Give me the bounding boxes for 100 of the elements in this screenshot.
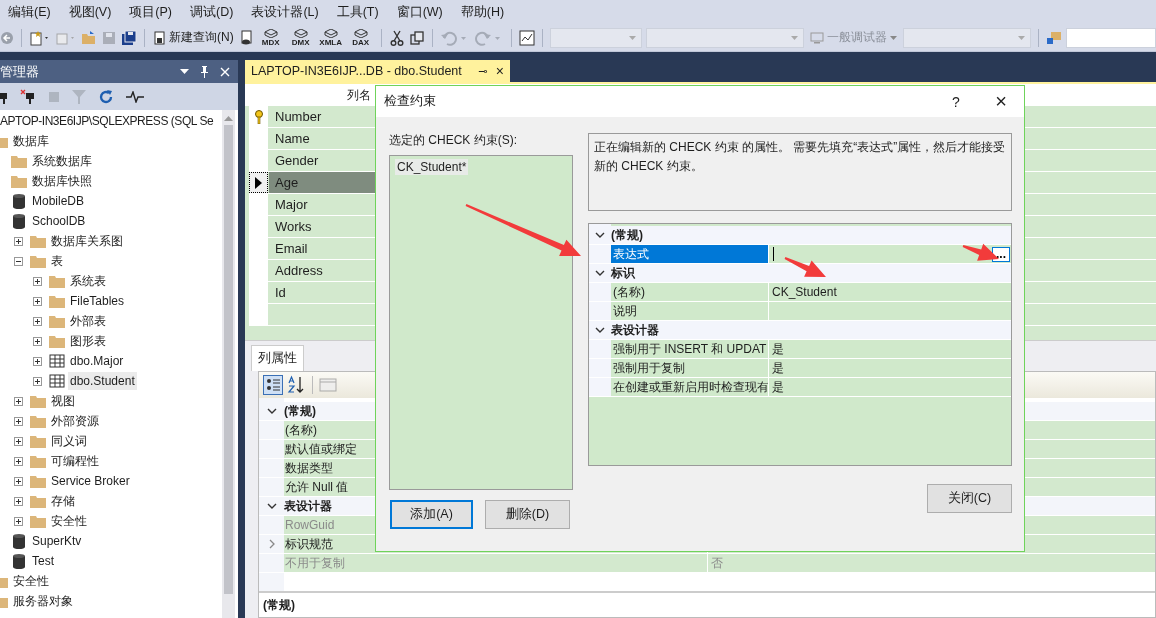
activity-icon[interactable] [126,90,144,103]
back-icon[interactable] [0,30,14,45]
tree-item[interactable]: 数据库快照 [30,172,94,190]
menu-item[interactable]: 调试(D) [190,3,234,21]
dialog-button[interactable]: 删除(D) [485,500,570,529]
pin-button[interactable]: ⊸ [478,64,488,78]
sort-alphabetical-icon[interactable] [286,375,306,395]
property-name[interactable]: 说明 [611,302,769,320]
collapse-chevron-icon[interactable] [266,408,277,414]
tree-item[interactable]: 服务器对象 [11,592,75,610]
collapse-chevron-icon[interactable] [595,270,605,276]
tree-item[interactable]: 安全性 [11,572,51,590]
dialog-button[interactable]: 添加(A) [390,500,473,529]
expand-toggle[interactable] [33,316,42,326]
query-type-button[interactable]: MDX [257,28,284,47]
pin-icon[interactable] [200,65,209,78]
query-type-button[interactable]: DAX [347,28,374,47]
property-name[interactable]: 强制用于复制 [611,359,769,377]
scrollbar[interactable] [222,110,235,618]
new-project-icon[interactable] [29,29,51,46]
expand-toggle[interactable] [33,356,42,366]
collapse-chevron-icon[interactable] [595,232,605,238]
property-value[interactable]: CK_Student [772,283,837,301]
expand-toggle[interactable] [14,236,23,246]
menu-item[interactable]: 项目(P) [129,3,172,21]
new-query-button[interactable]: 新建查询(N) [152,29,236,46]
expand-toggle[interactable] [33,336,42,346]
copy-icon[interactable] [408,29,425,46]
expand-toggle[interactable] [33,276,42,286]
collapse-chevron-icon[interactable] [266,503,277,509]
menu-item[interactable]: 帮助(H) [460,3,505,21]
tree-item[interactable]: MobileDB [30,192,87,210]
property-name[interactable]: 在创建或重新启用时检查现有 [611,378,769,396]
close-dialog-button[interactable]: 关闭(C) [927,484,1012,513]
expand-toggle[interactable] [14,476,23,486]
close-icon[interactable] [220,66,230,77]
property-value[interactable]: 是 [772,359,784,377]
disconnect-icon[interactable] [20,88,36,105]
expand-toggle[interactable] [14,516,23,526]
search-field[interactable] [1065,27,1156,48]
query-type-button[interactable]: XMLA [317,28,344,47]
tree-item[interactable]: FileTables [68,292,127,310]
tree-item[interactable]: APTOP-IN3E6IJP\SQLEXPRESS (SQL Se [0,112,214,130]
close-button[interactable]: × [978,90,1024,113]
tree-item[interactable]: 外部表 [68,312,108,330]
collapse-chevron-icon[interactable] [595,327,605,333]
tree-item[interactable]: 同义词 [49,432,89,450]
tree-item[interactable]: 视图 [49,392,77,410]
tree-item[interactable]: 可编程性 [49,452,101,470]
expand-toggle[interactable] [14,416,23,426]
tree-item[interactable]: 外部资源 [49,412,101,430]
tree-item[interactable]: SuperKtv [30,532,84,550]
tree-item[interactable]: SchoolDB [30,212,88,230]
property-value[interactable]: 是 [772,340,784,358]
property-name[interactable]: 强制用于 INSERT 和 UPDAT [611,340,769,358]
activity-monitor-icon[interactable] [518,29,535,46]
menu-item[interactable]: 视图(V) [68,3,112,21]
list-item[interactable]: CK_Student* [395,159,469,175]
help-button[interactable]: ? [934,93,978,110]
tree-item[interactable]: 系统数据库 [30,152,94,170]
refresh-icon[interactable] [98,88,114,105]
menu-item[interactable]: 窗口(W) [396,3,443,21]
menu-item[interactable]: 编辑(E) [8,3,51,21]
expand-chevron-icon[interactable] [268,539,275,549]
document-tab[interactable]: LAPTOP-IN3E6IJP...DB - dbo.Student ⊸ × [245,60,510,82]
tree-item[interactable]: 存储 [49,492,77,510]
browse-button[interactable]: ... [992,246,1010,262]
expand-toggle[interactable] [14,496,23,506]
find-icon[interactable] [1045,29,1062,46]
expand-toggle[interactable] [33,376,42,386]
tree-item[interactable]: 安全性 [49,512,89,530]
expand-toggle[interactable] [14,396,23,406]
expand-toggle[interactable] [14,436,23,446]
property-category: 标识 [611,265,635,282]
expand-toggle[interactable] [14,456,23,466]
menu-item[interactable]: 表设计器(L) [251,3,319,21]
save-all-icon[interactable] [121,29,137,46]
tree-item[interactable]: Test [30,552,56,570]
property-name[interactable]: (名称) [611,283,769,301]
row-selector[interactable] [249,172,268,193]
tree-item[interactable]: 表 [49,252,65,270]
property-name[interactable]: 表达式 [611,245,769,263]
tree-item[interactable]: dbo.Major [68,352,126,370]
query-type-button[interactable]: DMX [287,28,314,47]
tree-item[interactable]: 数据库关系图 [49,232,125,250]
close-button[interactable]: × [495,63,504,79]
tree-item[interactable]: 图形表 [68,332,108,350]
tree-item[interactable]: dbo.Student [68,372,137,390]
scissors-icon[interactable] [388,29,405,46]
menu-item[interactable]: 工具(T) [336,3,379,21]
property-value[interactable]: 是 [772,378,784,396]
tree-item[interactable]: 数据库 [11,132,51,150]
categorized-icon[interactable] [263,375,283,395]
database-query-icon[interactable] [239,29,254,46]
tree-item[interactable]: Service Broker [49,472,132,490]
tree-item[interactable]: 系统表 [68,272,108,290]
dropdown-icon[interactable] [180,69,189,74]
expand-toggle[interactable] [33,296,42,306]
properties-tab[interactable]: 列属性 [251,345,304,371]
expand-toggle[interactable] [14,256,23,266]
